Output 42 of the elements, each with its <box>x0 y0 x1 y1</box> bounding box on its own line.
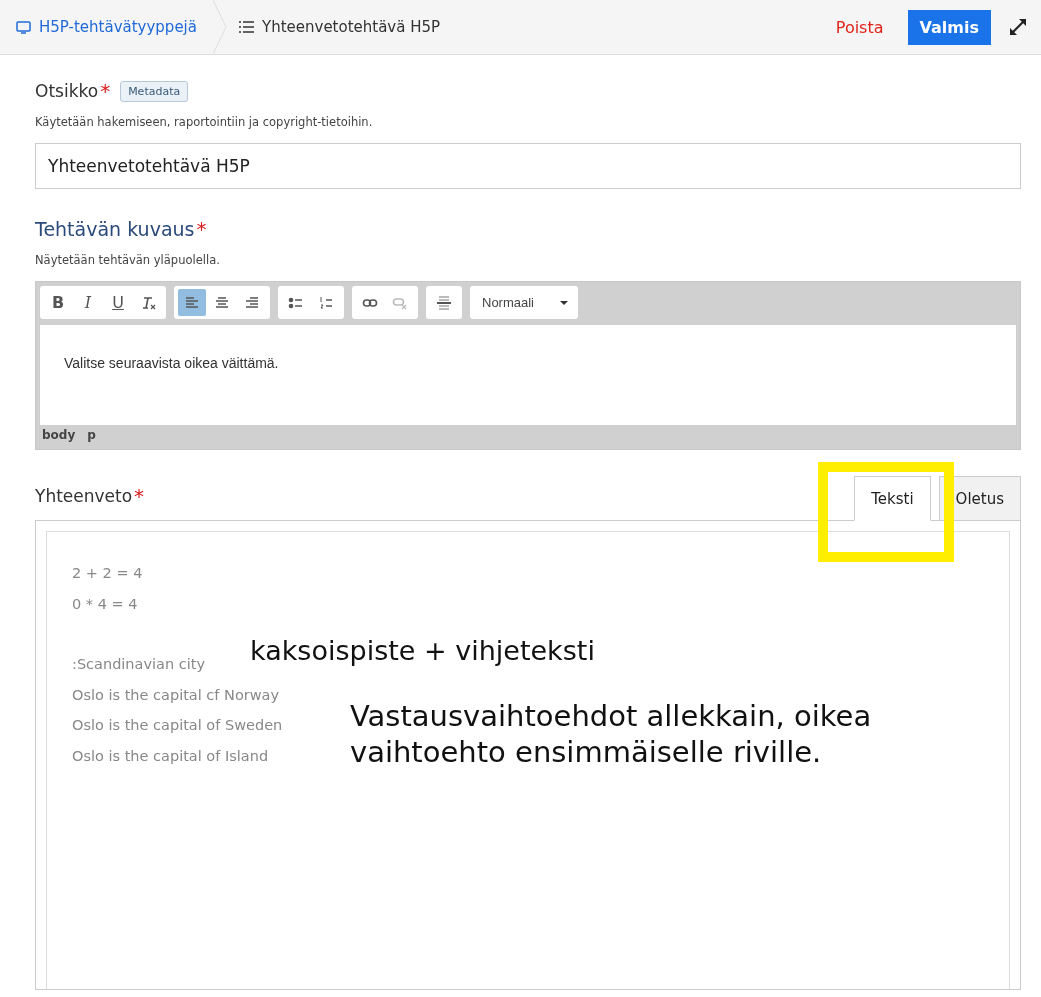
editor-text[interactable]: Valitse seuraavista oikea väittämä. <box>40 325 1016 425</box>
text-line: :Scandinavian city <box>72 655 205 674</box>
element-path-item[interactable]: p <box>87 428 96 445</box>
element-path-item[interactable]: body <box>42 428 76 445</box>
text-line: Oslo is the capital of Sweden <box>72 716 283 735</box>
text-line: 0 * 4 = 4 <box>72 594 138 614</box>
numbered-list-icon <box>318 294 334 311</box>
clear-format-icon <box>140 294 156 311</box>
field-description: Näytetään tehtävän yläpuolella. <box>35 253 221 267</box>
format-dropdown[interactable]: Normaali <box>470 286 578 319</box>
text-line: Oslo is the capital cf Norway <box>72 685 280 705</box>
annotation-text: Vastausvaihtoehdot allekkain, oikea vaihtoehto ensimmäiselle riville. <box>350 698 873 771</box>
breadcrumb-link[interactable]: Yhteenvetotehtävä H5P <box>239 18 457 36</box>
bold-button[interactable]: B <box>44 289 72 316</box>
annotation-text: kaksoispiste + vihjeteksti <box>250 634 595 668</box>
align-center-icon <box>214 294 230 311</box>
delete-button[interactable]: Poista <box>829 16 890 38</box>
text-area[interactable] <box>46 531 1010 989</box>
text-line: 2 + 2 = 4 <box>72 564 143 583</box>
align-left-button[interactable] <box>178 289 206 316</box>
monitor-icon <box>16 20 31 34</box>
underline-button[interactable]: U <box>104 289 132 316</box>
align-left-icon <box>184 294 200 311</box>
field-label: Otsikko <box>35 81 99 101</box>
title-input[interactable]: Yhteenvetotehtävä H5P <box>35 143 1021 189</box>
required-mark: * <box>196 217 207 241</box>
horizontal-rule-icon <box>436 294 452 311</box>
fullscreen-icon[interactable] <box>1007 16 1029 38</box>
breadcrumb-link[interactable]: H5P-tehtävätyyppejä <box>16 18 213 36</box>
required-mark: * <box>134 484 145 508</box>
tab[interactable]: Teksti <box>854 476 931 521</box>
align-right-icon <box>244 294 260 311</box>
field-label: Tehtävän kuvaus <box>35 218 195 240</box>
done-button[interactable]: Valmis <box>907 9 991 45</box>
field-label: Yhteenveto <box>35 486 133 506</box>
list-icon <box>239 21 254 33</box>
text-line: Oslo is the capital of Island <box>72 746 269 766</box>
italic-button[interactable]: I <box>74 289 102 316</box>
caret-icon <box>560 300 568 305</box>
field-description: Käytetään hakemiseen, raportointiin ja copyright-tietoihin. <box>35 115 374 129</box>
metadata-button[interactable]: Metadata <box>120 80 189 102</box>
required-mark: * <box>100 79 111 103</box>
